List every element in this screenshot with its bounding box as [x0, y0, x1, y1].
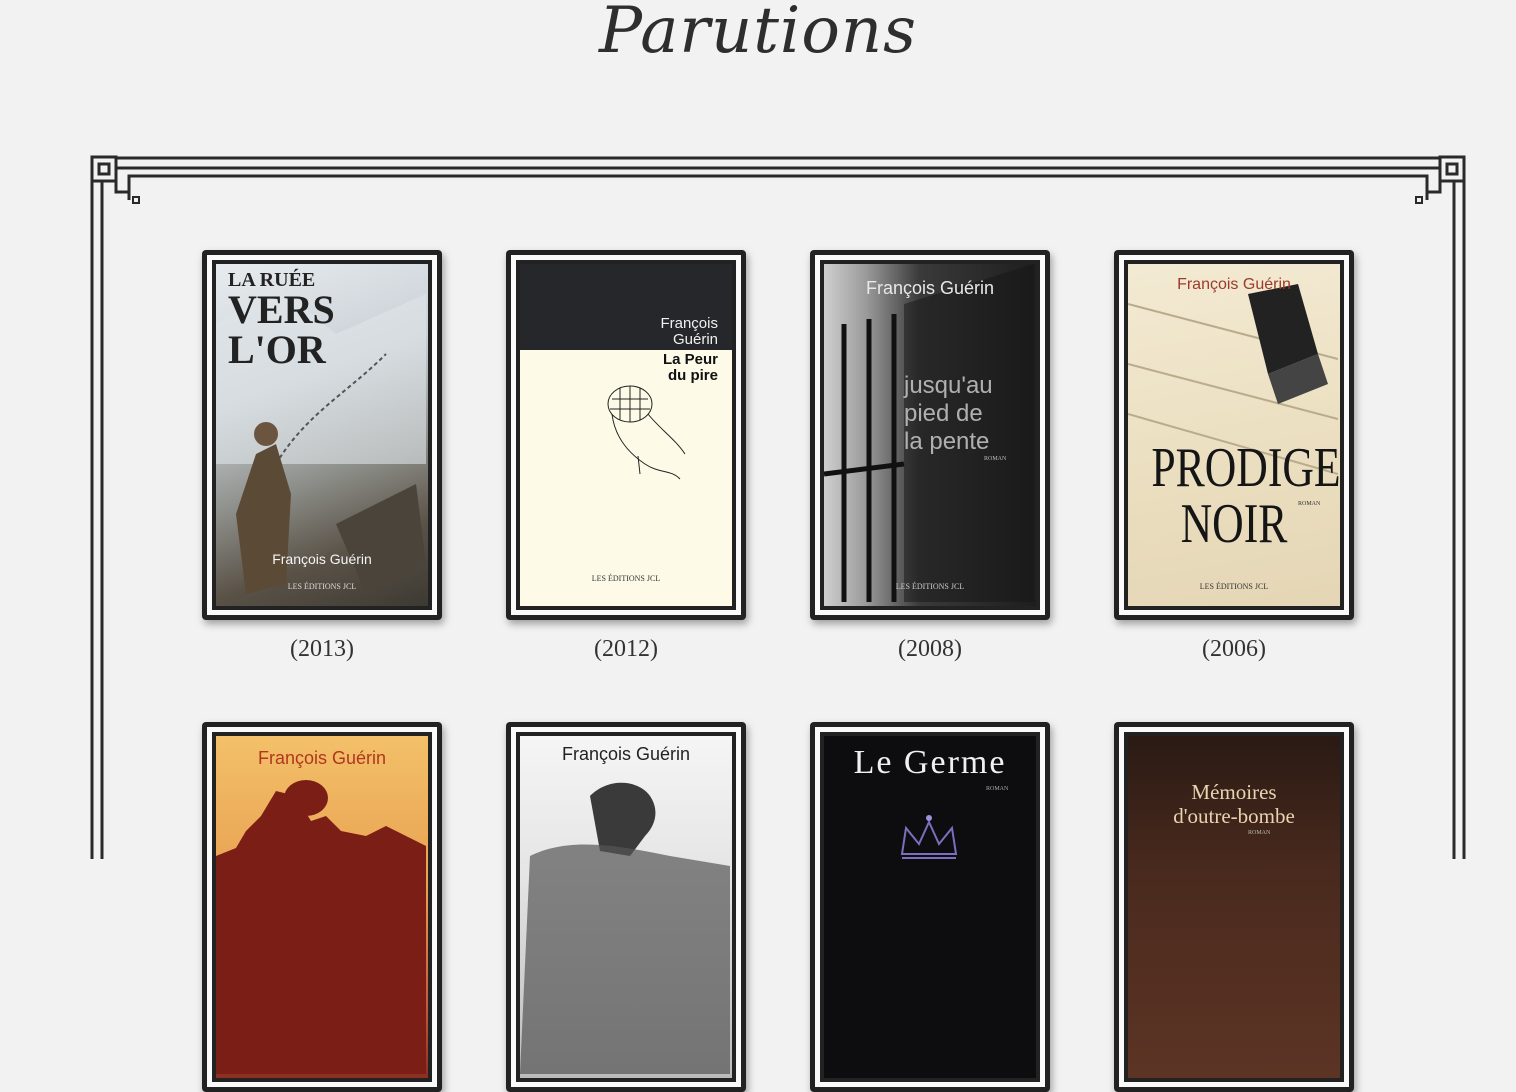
book-la-peur-du-pire[interactable]: François Guérin La Peur du pire LES ÉDIT…: [506, 250, 746, 620]
cover-genre: ROMAN: [984, 456, 1007, 462]
cover-author: François Guérin: [257, 748, 387, 768]
cover-title-line: PRODIGE: [1151, 437, 1340, 499]
book-jusquau-pied-de-la-pente[interactable]: François Guérin jusqu'au pied de la pent…: [810, 250, 1050, 620]
cover-publisher: LES ÉDITIONS JCL: [1199, 582, 1269, 591]
book-cover-image: François Guérin: [520, 736, 732, 1078]
cover-title-line: Mémoires: [1191, 780, 1277, 804]
book-cover-image: François Guérin PRODIGE NOIR ROMAN LES É…: [1128, 264, 1340, 606]
cover-genre: ROMAN: [1248, 830, 1271, 836]
cover-title-line: NOIR: [1180, 493, 1288, 555]
cover-publisher: LES ÉDITIONS JCL: [591, 574, 661, 583]
book-cover-image: François Guérin La Peur du pire LES ÉDIT…: [520, 264, 732, 606]
cover-illustration: [607, 385, 686, 480]
book-year: (2013): [290, 636, 354, 662]
book-cover-5[interactable]: François Guérin: [202, 722, 442, 1092]
crown-icon: [900, 815, 958, 859]
book-cover-image: François Guérin jusqu'au pied de la pent…: [824, 264, 1036, 606]
cover-author: François Guérin: [561, 744, 691, 764]
cover-publisher: LES ÉDITIONS JCL: [895, 582, 965, 591]
cover-title-line: L'OR: [228, 327, 326, 372]
book-le-germe[interactable]: Le Germe ROMAN: [810, 722, 1050, 1092]
cover-publisher: LES ÉDITIONS JCL: [287, 582, 357, 591]
cover-author: François Guérin: [272, 551, 372, 567]
cover-title-line: d'outre-bombe: [1173, 804, 1295, 828]
cover-illustration: [216, 780, 426, 1074]
book-la-ruee-vers-lor[interactable]: LA RUÉE VERS L'OR François Guérin LES ÉD…: [202, 250, 442, 620]
book-year: (2012): [594, 636, 658, 662]
book-prodige-noir[interactable]: François Guérin PRODIGE NOIR ROMAN LES É…: [1114, 250, 1354, 620]
cover-title-line: pied de: [904, 400, 983, 427]
cover-illustration: [520, 782, 730, 1074]
cover-title-line: jusqu'au: [904, 372, 993, 399]
book-cover-image: LA RUÉE VERS L'OR François Guérin LES ÉD…: [216, 264, 428, 606]
cover-genre: ROMAN: [1298, 501, 1321, 507]
book-cover-image: Le Germe ROMAN: [824, 736, 1036, 1078]
book-memoires-doutre-bombe[interactable]: Mémoires d'outre-bombe ROMAN: [1114, 722, 1354, 1092]
book-cover-6[interactable]: François Guérin: [506, 722, 746, 1092]
book-cover-image: François Guérin: [216, 736, 428, 1078]
book-year: (2006): [1202, 636, 1266, 662]
cover-author: François Guérin: [865, 278, 995, 298]
cover-title-line: la pente: [904, 428, 990, 455]
cover-author: François Guérin: [1177, 276, 1291, 293]
book-year: (2008): [898, 636, 962, 662]
book-cover-image: Mémoires d'outre-bombe ROMAN: [1128, 736, 1340, 1078]
cover-title-line: VERS: [228, 287, 335, 332]
